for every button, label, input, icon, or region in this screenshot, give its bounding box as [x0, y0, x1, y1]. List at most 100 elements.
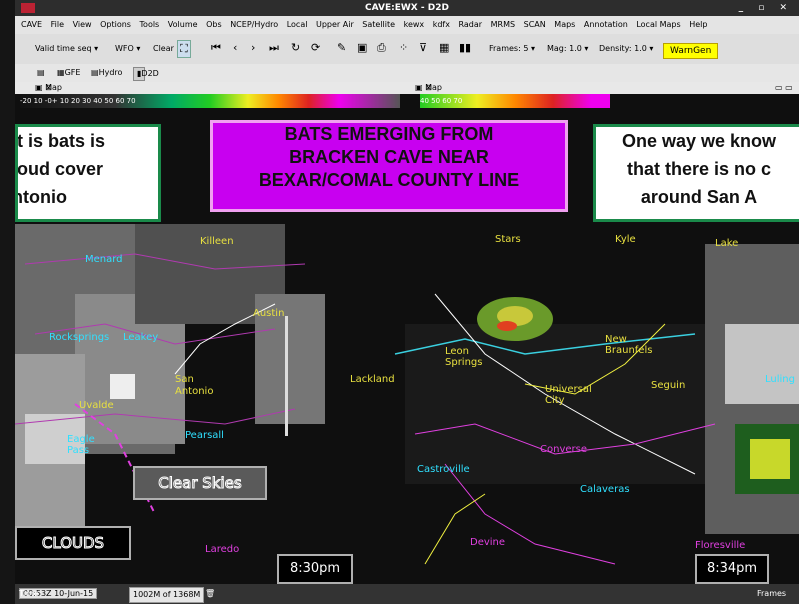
city-san-antonio: San Antonio	[175, 374, 214, 397]
city-lackland: Lackland	[350, 374, 395, 385]
density-label: Density: 1.0	[599, 44, 647, 53]
status-time: Time: 00:53Z 10-Jun-15	[19, 584, 98, 604]
window-controls[interactable]: _ ▫ ✕	[739, 0, 793, 16]
refresh-icon[interactable]: ⟳	[311, 40, 320, 56]
last-frame-icon[interactable]: ⏭	[269, 40, 279, 56]
cloud-bright-right	[725, 324, 799, 404]
menu-kewx[interactable]: kewx	[404, 20, 425, 29]
menu-radar[interactable]: Radar	[459, 20, 483, 29]
perspective-hydro[interactable]: ▤ Hydro	[91, 64, 122, 82]
panes-icon[interactable]: ▮▮	[459, 40, 471, 56]
print-icon[interactable]: ⎙	[377, 40, 386, 56]
wfo-label: WFO	[115, 44, 134, 53]
caption-center-banner: BATS EMERGING FROM BRACKEN CAVE NEAR BEX…	[210, 120, 568, 212]
tools-icon[interactable]: ✎	[337, 40, 346, 56]
menu-cave[interactable]: CAVE	[21, 20, 42, 29]
city-leon-springs: Leon Springs	[445, 346, 483, 368]
menu-file[interactable]: File	[51, 20, 64, 29]
status-time-label: Time:	[19, 589, 42, 598]
tab-map-left[interactable]: ▣ Map ⊠	[35, 82, 62, 94]
label-time-left: 8:30pm	[277, 554, 353, 584]
menu-obs[interactable]: Obs	[206, 20, 222, 29]
save-icon[interactable]: ▣	[357, 40, 367, 56]
memory-indicator[interactable]: 1002M of 1368M	[129, 587, 205, 603]
city-castroville: Castroville	[417, 464, 470, 475]
perspective-d2d[interactable]: ▮ D2D	[133, 67, 159, 81]
city-devine: Devine	[470, 537, 506, 548]
menu-view[interactable]: View	[73, 20, 92, 29]
menu-local[interactable]: Local	[287, 20, 308, 29]
city-killeen: Killeen	[200, 236, 234, 247]
trash-icon[interactable]: 🗑	[205, 584, 215, 604]
warngen-button[interactable]: WarnGen	[663, 43, 719, 59]
layout-icon[interactable]: ▦	[439, 40, 449, 56]
title-bar: CAVE:EWX - D2D _ ▫ ✕	[15, 0, 799, 16]
city-leakey: Leakey	[123, 332, 159, 343]
road-devine	[424, 493, 486, 565]
city-menard: Menard	[85, 254, 123, 265]
tab-map-right[interactable]: ▣ Map ⊠	[415, 82, 442, 94]
menu-tools[interactable]: Tools	[140, 20, 160, 29]
city-eagle-pass: Eagle Pass	[67, 434, 95, 456]
caption-left: it is bats is loud cover ntonio	[15, 124, 161, 222]
gfe-label: GFE	[64, 68, 81, 77]
caption-left-line-3: ntonio	[15, 187, 67, 207]
density-dropdown[interactable]: Density: 1.0 ▾	[599, 42, 653, 56]
city-luling: Luling	[765, 374, 795, 385]
city-austin: Austin	[253, 308, 285, 319]
menu-scan[interactable]: SCAN	[524, 20, 546, 29]
valid-time-label: Valid time seq	[35, 44, 92, 53]
prev-frame-icon[interactable]: ‹	[233, 40, 237, 56]
status-bar: Time: 00:53Z 10-Jun-15 1002M of 1368M 🗑 …	[15, 584, 799, 604]
cave-logo-icon	[21, 3, 35, 13]
mag-dropdown[interactable]: Mag: 1.0 ▾	[547, 42, 588, 56]
menu-ncep-hydro[interactable]: NCEP/Hydro	[230, 20, 278, 29]
caption-left-line-1: it is bats is	[15, 131, 106, 151]
perspective-gfe[interactable]: ▦ GFE	[57, 64, 80, 82]
caption-left-line-2: loud cover	[15, 159, 104, 179]
tab-map-right-label: Map	[425, 83, 442, 92]
open-perspective-icon[interactable]: ▤	[37, 64, 45, 82]
menu-help[interactable]: Help	[689, 20, 707, 29]
caption-center-line-3: BEXAR/COMAL COUNTY LINE	[258, 170, 520, 190]
menu-options[interactable]: Options	[100, 20, 131, 29]
divider-line	[285, 316, 288, 436]
caption-center-line-1: BATS EMERGING FROM	[284, 124, 494, 144]
menu-local-maps[interactable]: Local Maps	[636, 20, 680, 29]
city-uvalde: Uvalde	[79, 400, 114, 411]
frames-dropdown[interactable]: Frames: 5 ▾	[489, 42, 535, 56]
editor-tab-row: ▣ Map ⊠ ▣ Map ⊠ ▭ ▭	[15, 82, 799, 94]
zoom-icon[interactable]: ⛶	[177, 40, 191, 58]
menu-satellite[interactable]: Satellite	[362, 20, 395, 29]
menu-mrms[interactable]: MRMS	[491, 20, 515, 29]
hydro-label: Hydro	[98, 68, 123, 77]
main-toolbar: Valid time seq ▾ WFO ▾ Clear ⛶ ⏮ ‹ › ⏭ ↻…	[15, 34, 799, 65]
map-display-area[interactable]: -20 10 -0+ 10 20 30 40 50 60 70 40 50 60…	[15, 94, 799, 584]
label-time-right: 8:34pm	[695, 554, 769, 584]
radar-echo-core	[750, 439, 790, 479]
city-lake: Lake	[715, 238, 739, 249]
city-floresville: Floresville	[695, 540, 746, 551]
window-title: CAVE:EWX - D2D	[365, 3, 449, 13]
next-frame-icon[interactable]: ›	[251, 40, 255, 56]
first-frame-icon[interactable]: ⏮	[211, 40, 221, 56]
menu-maps[interactable]: Maps	[554, 20, 575, 29]
loop-icon[interactable]: ↻	[291, 40, 300, 56]
filter-icon[interactable]: ⊽	[419, 40, 427, 56]
clear-button[interactable]: Clear	[153, 42, 174, 56]
menu-annotation[interactable]: Annotation	[584, 20, 628, 29]
desktop-edge	[0, 0, 15, 604]
caption-right-line-2: that there is no c	[626, 159, 772, 179]
d2d-label: D2D	[141, 69, 159, 78]
perspective-bar: ▤ ▦ GFE ▤ Hydro ▮ D2D	[15, 64, 799, 82]
menu-upper-air[interactable]: Upper Air	[316, 20, 354, 29]
pane-controls[interactable]: ▭ ▭	[775, 82, 793, 94]
wfo-dropdown[interactable]: WFO ▾	[115, 42, 140, 56]
caption-right-line-3: around San A	[640, 187, 758, 207]
city-new-braunfels: New Braunfels	[605, 334, 653, 356]
menu-volume[interactable]: Volume	[168, 20, 198, 29]
city-pearsall: Pearsall	[185, 430, 224, 441]
points-icon[interactable]: ⁘	[399, 40, 408, 56]
valid-time-dropdown[interactable]: Valid time seq ▾	[35, 42, 98, 56]
menu-kdfx[interactable]: kdfx	[433, 20, 450, 29]
